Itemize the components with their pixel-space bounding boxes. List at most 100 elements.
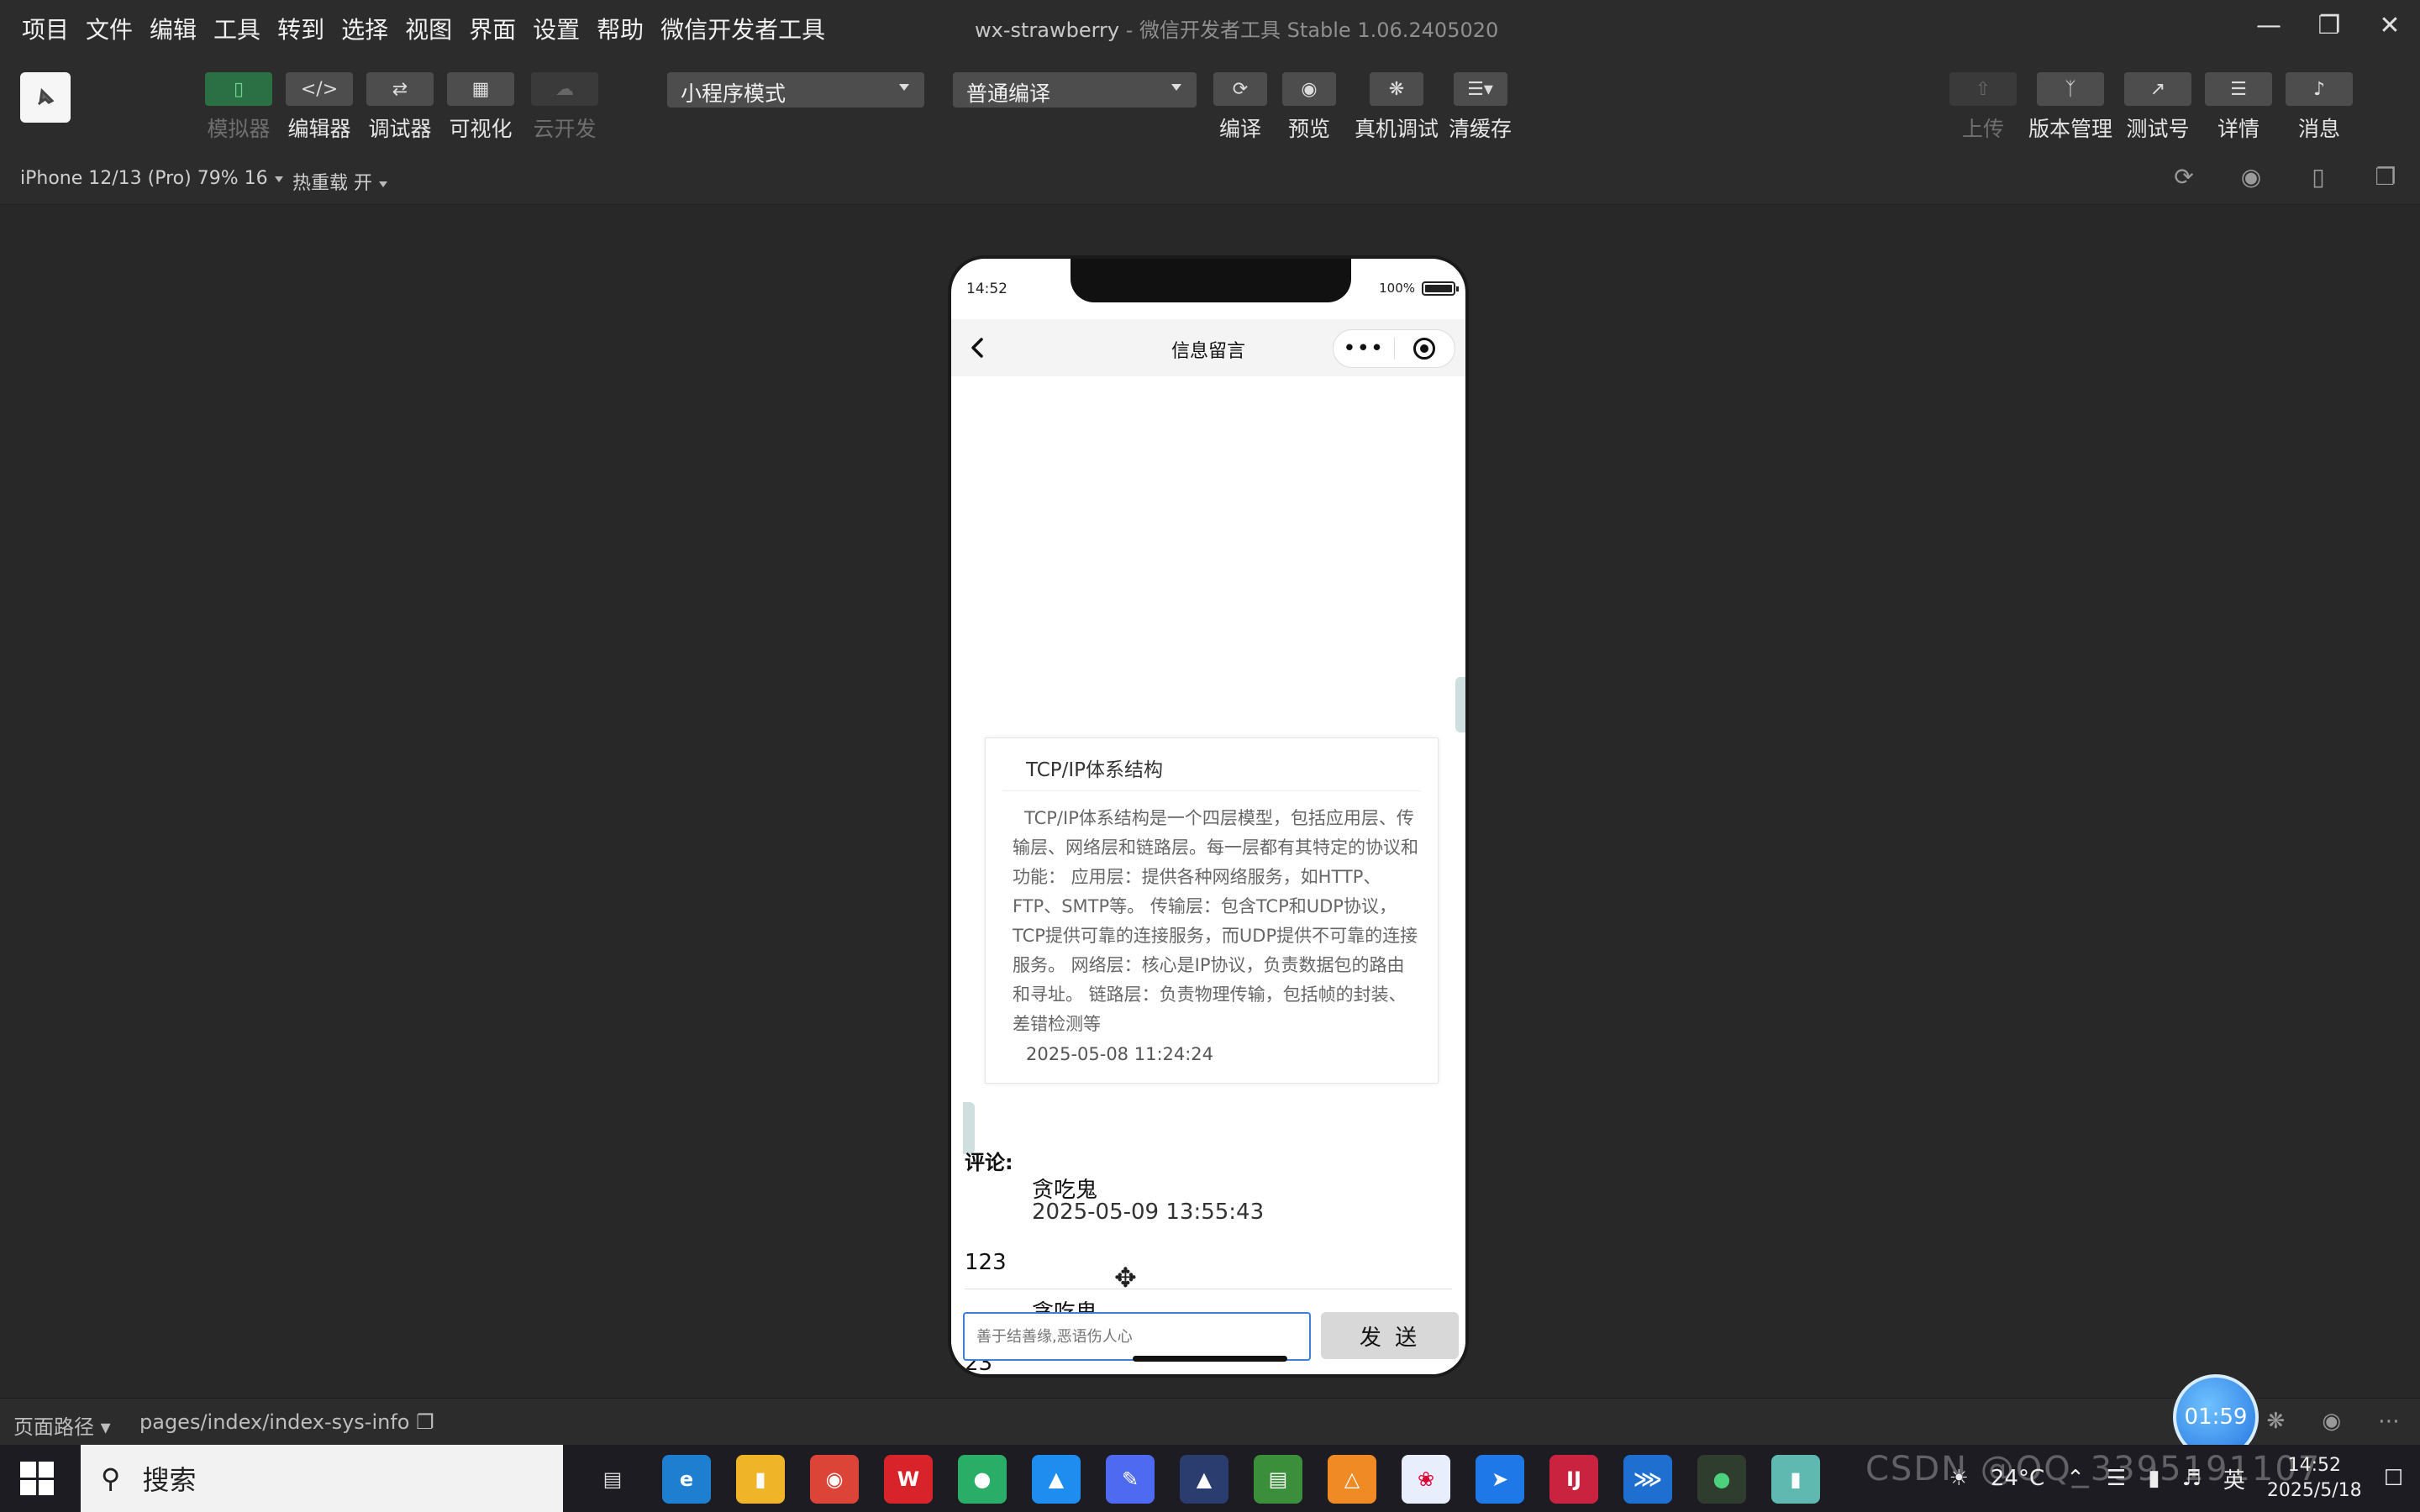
menu-item-edit[interactable]: 编辑 (148, 8, 205, 49)
simulator-actions: ⟳ ◉ ▯ ❐ (2170, 163, 2400, 192)
debugger-toggle[interactable]: ⇄ 调试器 (366, 72, 434, 143)
menu-item-view[interactable]: 视图 (403, 8, 460, 49)
compile-mode-select[interactable]: 普通编译 (953, 72, 1197, 108)
menu-item-select[interactable]: 选择 (339, 8, 397, 49)
intellij-icon[interactable]: IJ (1549, 1455, 1598, 1504)
chrome-icon[interactable]: ◉ (810, 1455, 859, 1504)
edge-icon[interactable]: e (662, 1455, 711, 1504)
bell-icon: ♪ (2286, 72, 2353, 106)
menu-item-project[interactable]: 项目 (20, 8, 77, 49)
wechat-devtools-icon[interactable]: ● (1697, 1455, 1746, 1504)
chevron-down-icon (1171, 84, 1181, 91)
menu-item-settings[interactable]: 设置 (531, 8, 588, 49)
comment-time: 2025-05-09 13:55:43 (1032, 1200, 1265, 1225)
vscode-icon[interactable]: ⋙ (1623, 1455, 1672, 1504)
version-control-button[interactable]: ᛉ 版本管理 (2028, 72, 2112, 143)
window-title: wx-strawberry - 微信开发者工具 Stable 1.06.2405… (975, 13, 1498, 43)
task-view-icon[interactable]: ▤ (588, 1455, 637, 1504)
eye-icon[interactable]: ◉ (2322, 1409, 2341, 1434)
branch-icon: ᛉ (2037, 72, 2104, 106)
notification-icon[interactable]: ☐ (2384, 1466, 2403, 1491)
menu-capsule: ••• (1333, 329, 1455, 368)
card-body: TCP/IP体系结构是一个四层模型，包括应用层、传输层、网络层和链路层。每一层都… (1013, 808, 1418, 1034)
title-bar: 项目 文件 编辑 工具 转到 选择 视图 界面 设置 帮助 微信开发者工具 wx… (0, 0, 2420, 54)
menu-item-file[interactable]: 文件 (84, 8, 141, 49)
move-cursor-icon: ✥ (1114, 1262, 1137, 1294)
upload-icon: ⇧ (1949, 72, 2017, 106)
upload-button[interactable]: ⇧ 上传 (1949, 72, 2017, 143)
simulator-toggle[interactable]: ▯ 模拟器 (205, 72, 272, 143)
send-button[interactable]: 发 送 (1321, 1312, 1459, 1359)
clear-cache-button[interactable]: ☰▾ 清缓存 (1449, 72, 1512, 143)
wechat-icon[interactable]: ● (958, 1455, 1007, 1504)
minimize-icon[interactable]: — (2238, 0, 2299, 50)
status-actions: ❋ ◉ ⋯ (2267, 1409, 2400, 1434)
messages-button[interactable]: ♪ 消息 (2286, 72, 2353, 143)
feishu-icon[interactable]: ▲ (1032, 1455, 1081, 1504)
wps-icon[interactable]: W (884, 1455, 933, 1504)
pinwheel-app-icon[interactable]: ❀ (1402, 1455, 1450, 1504)
menu-item-interface[interactable]: 界面 (467, 8, 524, 49)
version-label: 版本管理 (2028, 117, 2113, 141)
details-button[interactable]: ☰ 详情 (2205, 72, 2272, 143)
code-icon: </> (286, 72, 353, 106)
mode-select-value: 小程序模式 (681, 81, 786, 106)
bug-icon[interactable]: ❋ (2267, 1409, 2286, 1434)
visual-toggle[interactable]: ▦ 可视化 (447, 72, 514, 143)
preview-button[interactable]: ◉ 预览 (1282, 72, 1336, 143)
hot-reload-select[interactable]: 热重载 开 (292, 168, 387, 195)
project-name: wx-strawberry (975, 18, 1120, 42)
rotate-icon[interactable]: ⟳ (2170, 163, 2198, 192)
home-indicator (1133, 1356, 1287, 1362)
sliders-icon: ⇄ (366, 72, 434, 106)
page-path-select[interactable]: 页面路径 ▾ (13, 1410, 111, 1440)
notepad-app-icon[interactable]: ▮ (1771, 1455, 1820, 1504)
pen-app-icon[interactable]: ✎ (1106, 1455, 1155, 1504)
device-select[interactable]: iPhone 12/13 (Pro) 79% 16 (20, 168, 283, 189)
phone-notch (1071, 259, 1351, 302)
window-icon[interactable]: ❐ (2371, 163, 2400, 192)
eye-icon: ◉ (1282, 72, 1336, 106)
target-icon (1413, 338, 1436, 360)
more-icon[interactable]: ••• (1334, 336, 1394, 361)
menu-item-wechat-devtools[interactable]: 微信开发者工具 (659, 8, 834, 49)
status-battery: 100% (1379, 281, 1459, 296)
menu-item-tools[interactable]: 工具 (212, 8, 269, 49)
network-app-icon[interactable]: △ (1328, 1455, 1376, 1504)
compile-button[interactable]: ⟳ 编译 (1213, 72, 1267, 143)
comment-input[interactable] (963, 1312, 1311, 1361)
test-account-button[interactable]: ↗ 测试号 (2124, 72, 2191, 143)
status-time: 14:52 (966, 281, 1007, 297)
page-content[interactable]: TCP/IP体系结构 TCP/IP体系结构是一个四层模型，包括应用层、传输层、网… (951, 376, 1465, 1374)
cat-app-icon[interactable]: ▲ (1180, 1455, 1228, 1504)
chevron-down-icon (379, 181, 387, 187)
layout-icon: ▦ (447, 72, 514, 106)
avatar[interactable] (20, 72, 71, 123)
card-title: TCP/IP体系结构 (1026, 759, 1164, 781)
chart-app-icon[interactable]: ▤ (1254, 1455, 1302, 1504)
device-select-value: iPhone 12/13 (Pro) 79% 16 (20, 168, 268, 189)
phone-icon[interactable]: ▯ (2304, 163, 2333, 192)
phone-icon: ▯ (205, 72, 272, 106)
comment-input-row: 发 送 (963, 1312, 1459, 1361)
mode-select[interactable]: 小程序模式 (667, 72, 924, 108)
menu-item-help[interactable]: 帮助 (595, 8, 652, 49)
taskbar-search-label: 搜索 (142, 1464, 197, 1496)
taskbar-search[interactable]: ⚲ 搜索 (81, 1445, 563, 1512)
feather-app-icon[interactable]: ➤ (1476, 1455, 1524, 1504)
stop-icon[interactable]: ◉ (2237, 163, 2265, 192)
windows-start-icon[interactable] (20, 1462, 54, 1495)
copy-icon[interactable]: ❐ (416, 1410, 434, 1434)
hot-reload-value: 热重载 开 (292, 173, 372, 194)
close-miniprogram-button[interactable] (1395, 338, 1455, 360)
file-explorer-icon[interactable]: ▮ (736, 1455, 785, 1504)
preview-label: 预览 (1287, 117, 1330, 141)
restore-icon[interactable]: ❐ (2299, 0, 2360, 50)
real-device-debug-button[interactable]: ❋ 真机调试 (1355, 72, 1439, 143)
close-icon[interactable]: ✕ (2360, 0, 2420, 50)
more-icon[interactable]: ⋯ (2378, 1409, 2400, 1434)
cloud-dev-button[interactable]: ☁ 云开发 (531, 72, 598, 143)
editor-toggle[interactable]: </> 编辑器 (286, 72, 353, 143)
phone-simulator: 14:52 100% 信息留言 ••• TCP/IP体系结构 TCP/IP体系结… (948, 255, 1469, 1378)
menu-item-goto[interactable]: 转到 (276, 8, 333, 49)
